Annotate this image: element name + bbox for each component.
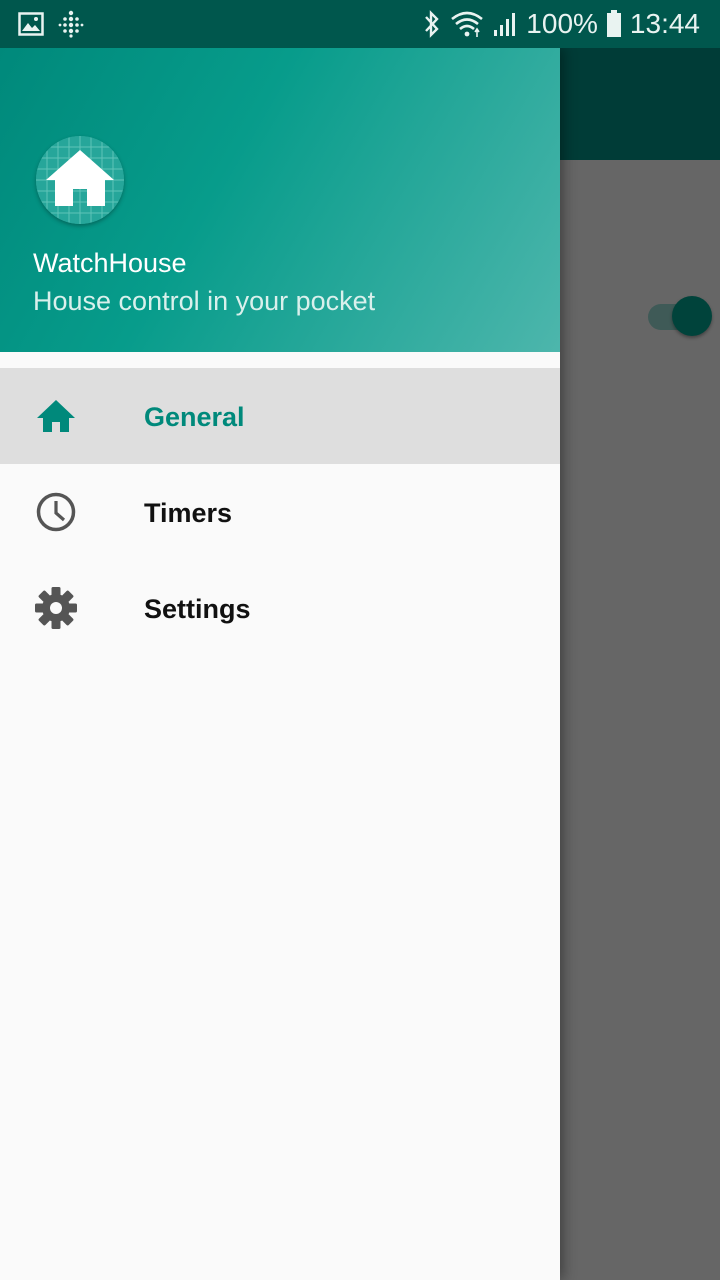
wifi-icon (450, 10, 484, 38)
bluetooth-icon (422, 9, 442, 39)
status-bar: 100% 13:44 (0, 0, 720, 48)
clock-icon (34, 490, 78, 534)
menu-item-label: Timers (144, 498, 233, 528)
menu-item-label: General (144, 402, 245, 432)
toggle-thumb (672, 296, 712, 336)
drawer-header: WatchHouse House control in your pocket (0, 48, 560, 352)
battery-icon (606, 10, 622, 38)
menu-item-general[interactable]: General (0, 368, 560, 464)
gear-icon (34, 586, 78, 630)
fitbit-icon (58, 10, 84, 38)
app-name: WatchHouse (33, 248, 187, 278)
app-tagline: House control in your pocket (33, 286, 376, 316)
clock-time: 13:44 (629, 8, 700, 39)
battery-percent: 100% (526, 8, 598, 39)
home-icon (34, 394, 78, 438)
gallery-icon (18, 12, 44, 36)
menu-item-timers[interactable]: Timers (0, 464, 560, 560)
navigation-drawer: WatchHouse House control in your pocket … (0, 48, 560, 1280)
menu-item-label: Settings (144, 594, 251, 624)
house-logo-icon (36, 136, 124, 224)
background-toggle-switch[interactable] (648, 296, 714, 340)
menu-item-settings[interactable]: Settings (0, 560, 560, 656)
signal-icon (492, 10, 518, 38)
drawer-menu: General Timers Settings (0, 368, 560, 656)
